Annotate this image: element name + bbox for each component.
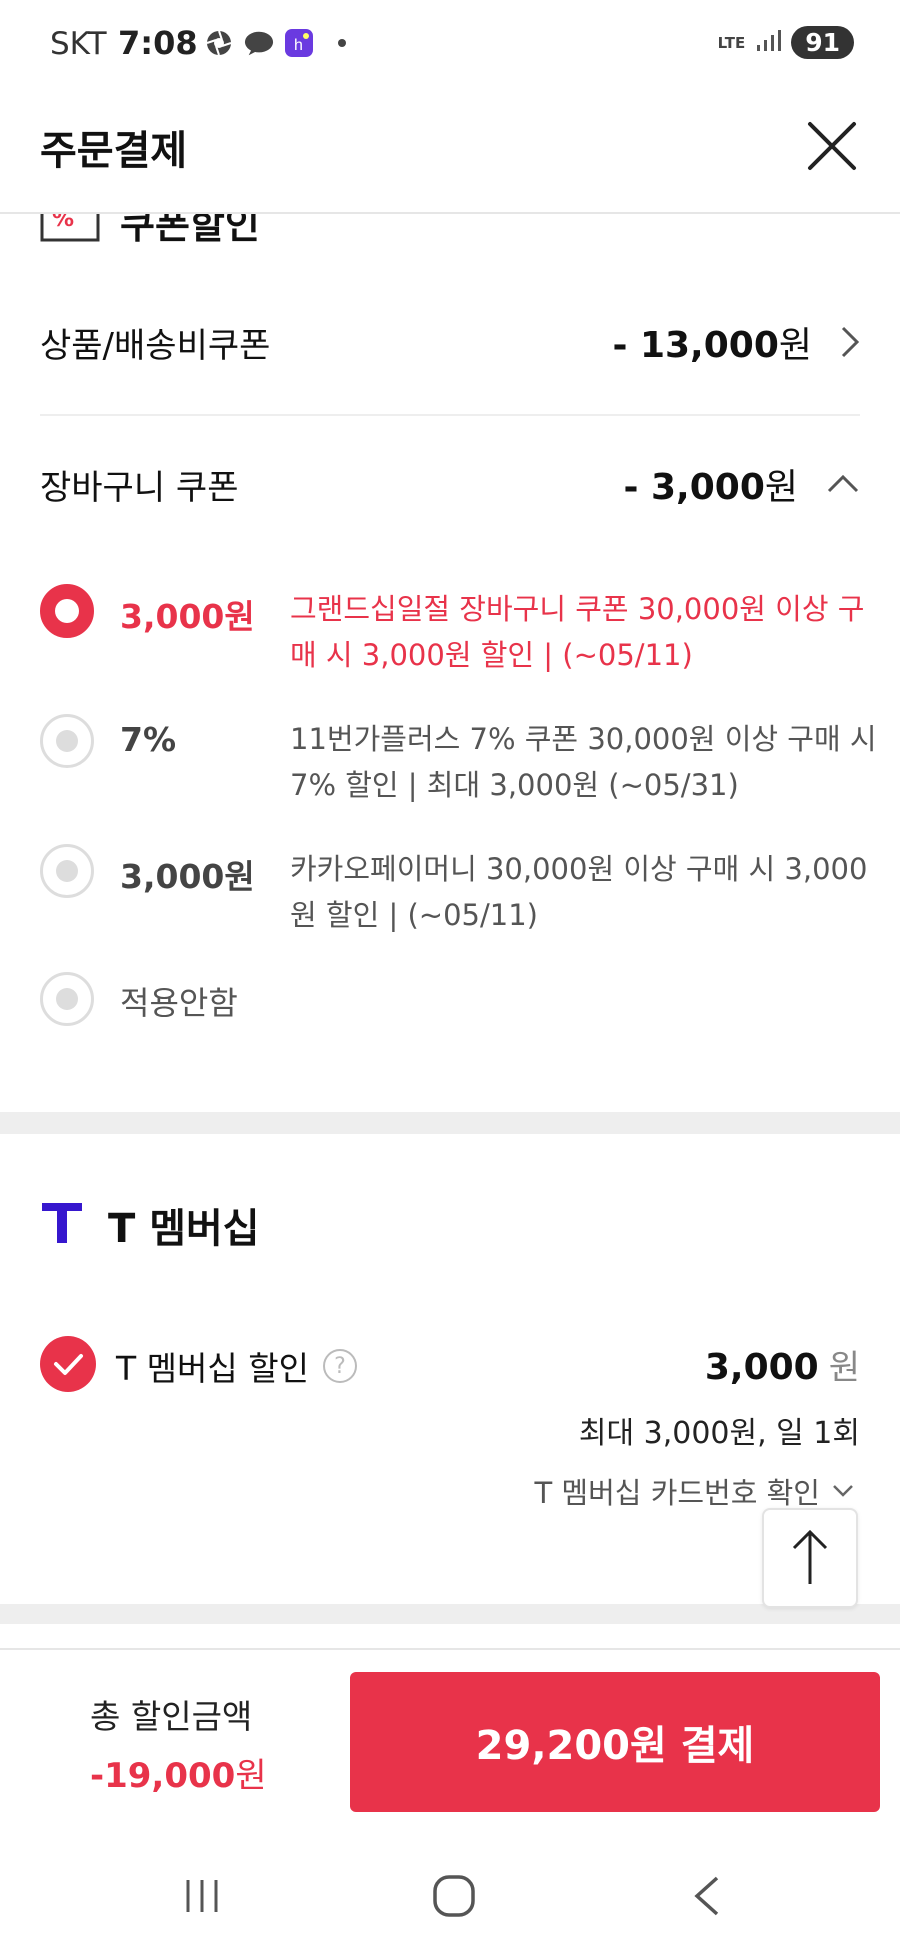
cart-coupon-label: 장바구니 쿠폰 [40, 467, 239, 508]
scroll-to-top-button[interactable] [762, 1508, 858, 1608]
aperture-icon [204, 28, 234, 58]
recent-apps-icon [186, 1880, 218, 1912]
radio-unselected[interactable] [40, 714, 94, 768]
app-badge-icon: h [284, 28, 314, 58]
coupon-option-amount: 7% [120, 720, 177, 759]
page-title: 주문결제 [40, 128, 188, 174]
home-icon [433, 1875, 475, 1917]
cart-coupon-row[interactable]: 장바구니 쿠폰 - 3,000원 [40, 458, 860, 510]
t-membership-discount-label: T 멤버십 할인 [116, 1349, 309, 1388]
coupon-option-description: 그랜드십일절 장바구니 쿠폰 30,000원 이상 구매 시 3,000원 할인… [290, 592, 865, 672]
chevron-right-icon [841, 326, 860, 358]
page-header: 주문결제 [0, 90, 900, 214]
radio-selected[interactable] [40, 584, 94, 638]
home-button[interactable] [424, 1870, 484, 1922]
section-gap [0, 1604, 900, 1624]
t-membership-amount-wrap: 3,000 원 [705, 1340, 860, 1389]
product-shipping-coupon-row[interactable]: 상품/배송비쿠폰 - 13,000원 [40, 316, 860, 368]
checkmark-icon [54, 1354, 83, 1375]
close-icon [808, 122, 856, 170]
t-membership-unit: 원 [828, 1348, 860, 1388]
t-membership-logo-icon [40, 1200, 84, 1250]
product-shipping-coupon-unit: 원 [778, 325, 812, 366]
t-membership-heading: T 멤버십 [40, 1196, 260, 1254]
t-membership-title: T 멤버십 [108, 1206, 260, 1252]
coupon-option-none[interactable]: 적용안함 [40, 972, 860, 1032]
chevron-up-icon [827, 474, 859, 493]
coupon-option-amount: 3,000원 [120, 597, 255, 636]
radio-unselected[interactable] [40, 844, 94, 898]
total-discount-value: -19,000 [90, 1756, 236, 1796]
chevron-down-icon [833, 1485, 853, 1497]
signal-icon [755, 29, 782, 57]
coupon-option-1[interactable]: 3,000원 그랜드십일절 장바구니 쿠폰 30,000원 이상 구매 시 3,… [40, 584, 864, 684]
total-discount-label: 총 할인금액 [90, 1697, 253, 1736]
cart-coupon-value: - 3,000원 [624, 458, 860, 510]
chat-bubble-icon [244, 28, 274, 58]
t-membership-limit: 최대 3,000원, 일 1회 [578, 1416, 860, 1451]
back-button[interactable] [676, 1870, 736, 1922]
t-membership-amount: 3,000 [704, 1347, 819, 1388]
battery-indicator: 91 [791, 26, 854, 59]
notification-icons: h [204, 28, 346, 58]
t-membership-checkbox[interactable] [40, 1336, 96, 1392]
coupon-option-description: 11번가플러스 7% 쿠폰 30,000원 이상 구매 시 7% 할인 | 최대… [290, 722, 877, 802]
total-discount-value-wrap: -19,000원 [90, 1748, 267, 1797]
pay-button[interactable]: 29,200원 결제 [350, 1672, 880, 1812]
t-membership-discount-row: T 멤버십 할인 ? 3,000 원 [40, 1336, 860, 1392]
coupon-option-amount: 3,000원 [120, 857, 255, 896]
section-divider [40, 414, 860, 416]
recent-apps-button[interactable] [172, 1870, 232, 1922]
total-discount-unit: 원 [235, 1756, 267, 1796]
coupon-option-description: 카카오페이머니 30,000원 이상 구매 시 3,000원 할인 | (~05… [290, 852, 868, 932]
section-gap [0, 1112, 900, 1134]
status-bar: SKT 7:08 h LTE 91 [0, 0, 900, 90]
system-nav-bar [0, 1830, 900, 1950]
checkout-bar: 총 할인금액 -19,000원 29,200원 결제 [0, 1648, 900, 1812]
clock: 7:08 [118, 24, 198, 62]
no-coupon-label: 적용안함 [120, 984, 238, 1022]
cart-coupon-amount: - 3,000 [623, 467, 765, 508]
lte-indicator: LTE [717, 33, 746, 52]
radio-unselected[interactable] [40, 972, 94, 1026]
svg-text:h: h [294, 37, 303, 54]
more-notifications-dot [338, 39, 346, 47]
coupon-option-3[interactable]: 3,000원 카카오페이머니 30,000원 이상 구매 시 3,000원 할인… [40, 844, 867, 944]
system-indicators: LTE 91 [718, 26, 854, 59]
carrier-label: SKT [50, 26, 107, 62]
product-shipping-coupon-value: - 13,000원 [612, 316, 860, 368]
t-membership-discount-text: T 멤버십 할인 ? [116, 1342, 357, 1390]
help-icon[interactable]: ? [322, 1349, 357, 1383]
product-shipping-coupon-label: 상품/배송비쿠폰 [40, 325, 271, 366]
back-icon [694, 1876, 719, 1916]
t-membership-card-check-label: T 멤버십 카드번호 확인 [534, 1476, 821, 1510]
t-membership-card-check[interactable]: T 멤버십 카드번호 확인 [535, 1470, 855, 1512]
cart-coupon-unit: 원 [764, 467, 798, 508]
product-shipping-coupon-amount: - 13,000 [612, 325, 779, 366]
coupon-option-2[interactable]: 7% 11번가플러스 7% 쿠폰 30,000원 이상 구매 시 7% 할인 |… [40, 714, 877, 814]
close-button[interactable] [804, 118, 860, 174]
arrow-up-icon [792, 1529, 828, 1584]
